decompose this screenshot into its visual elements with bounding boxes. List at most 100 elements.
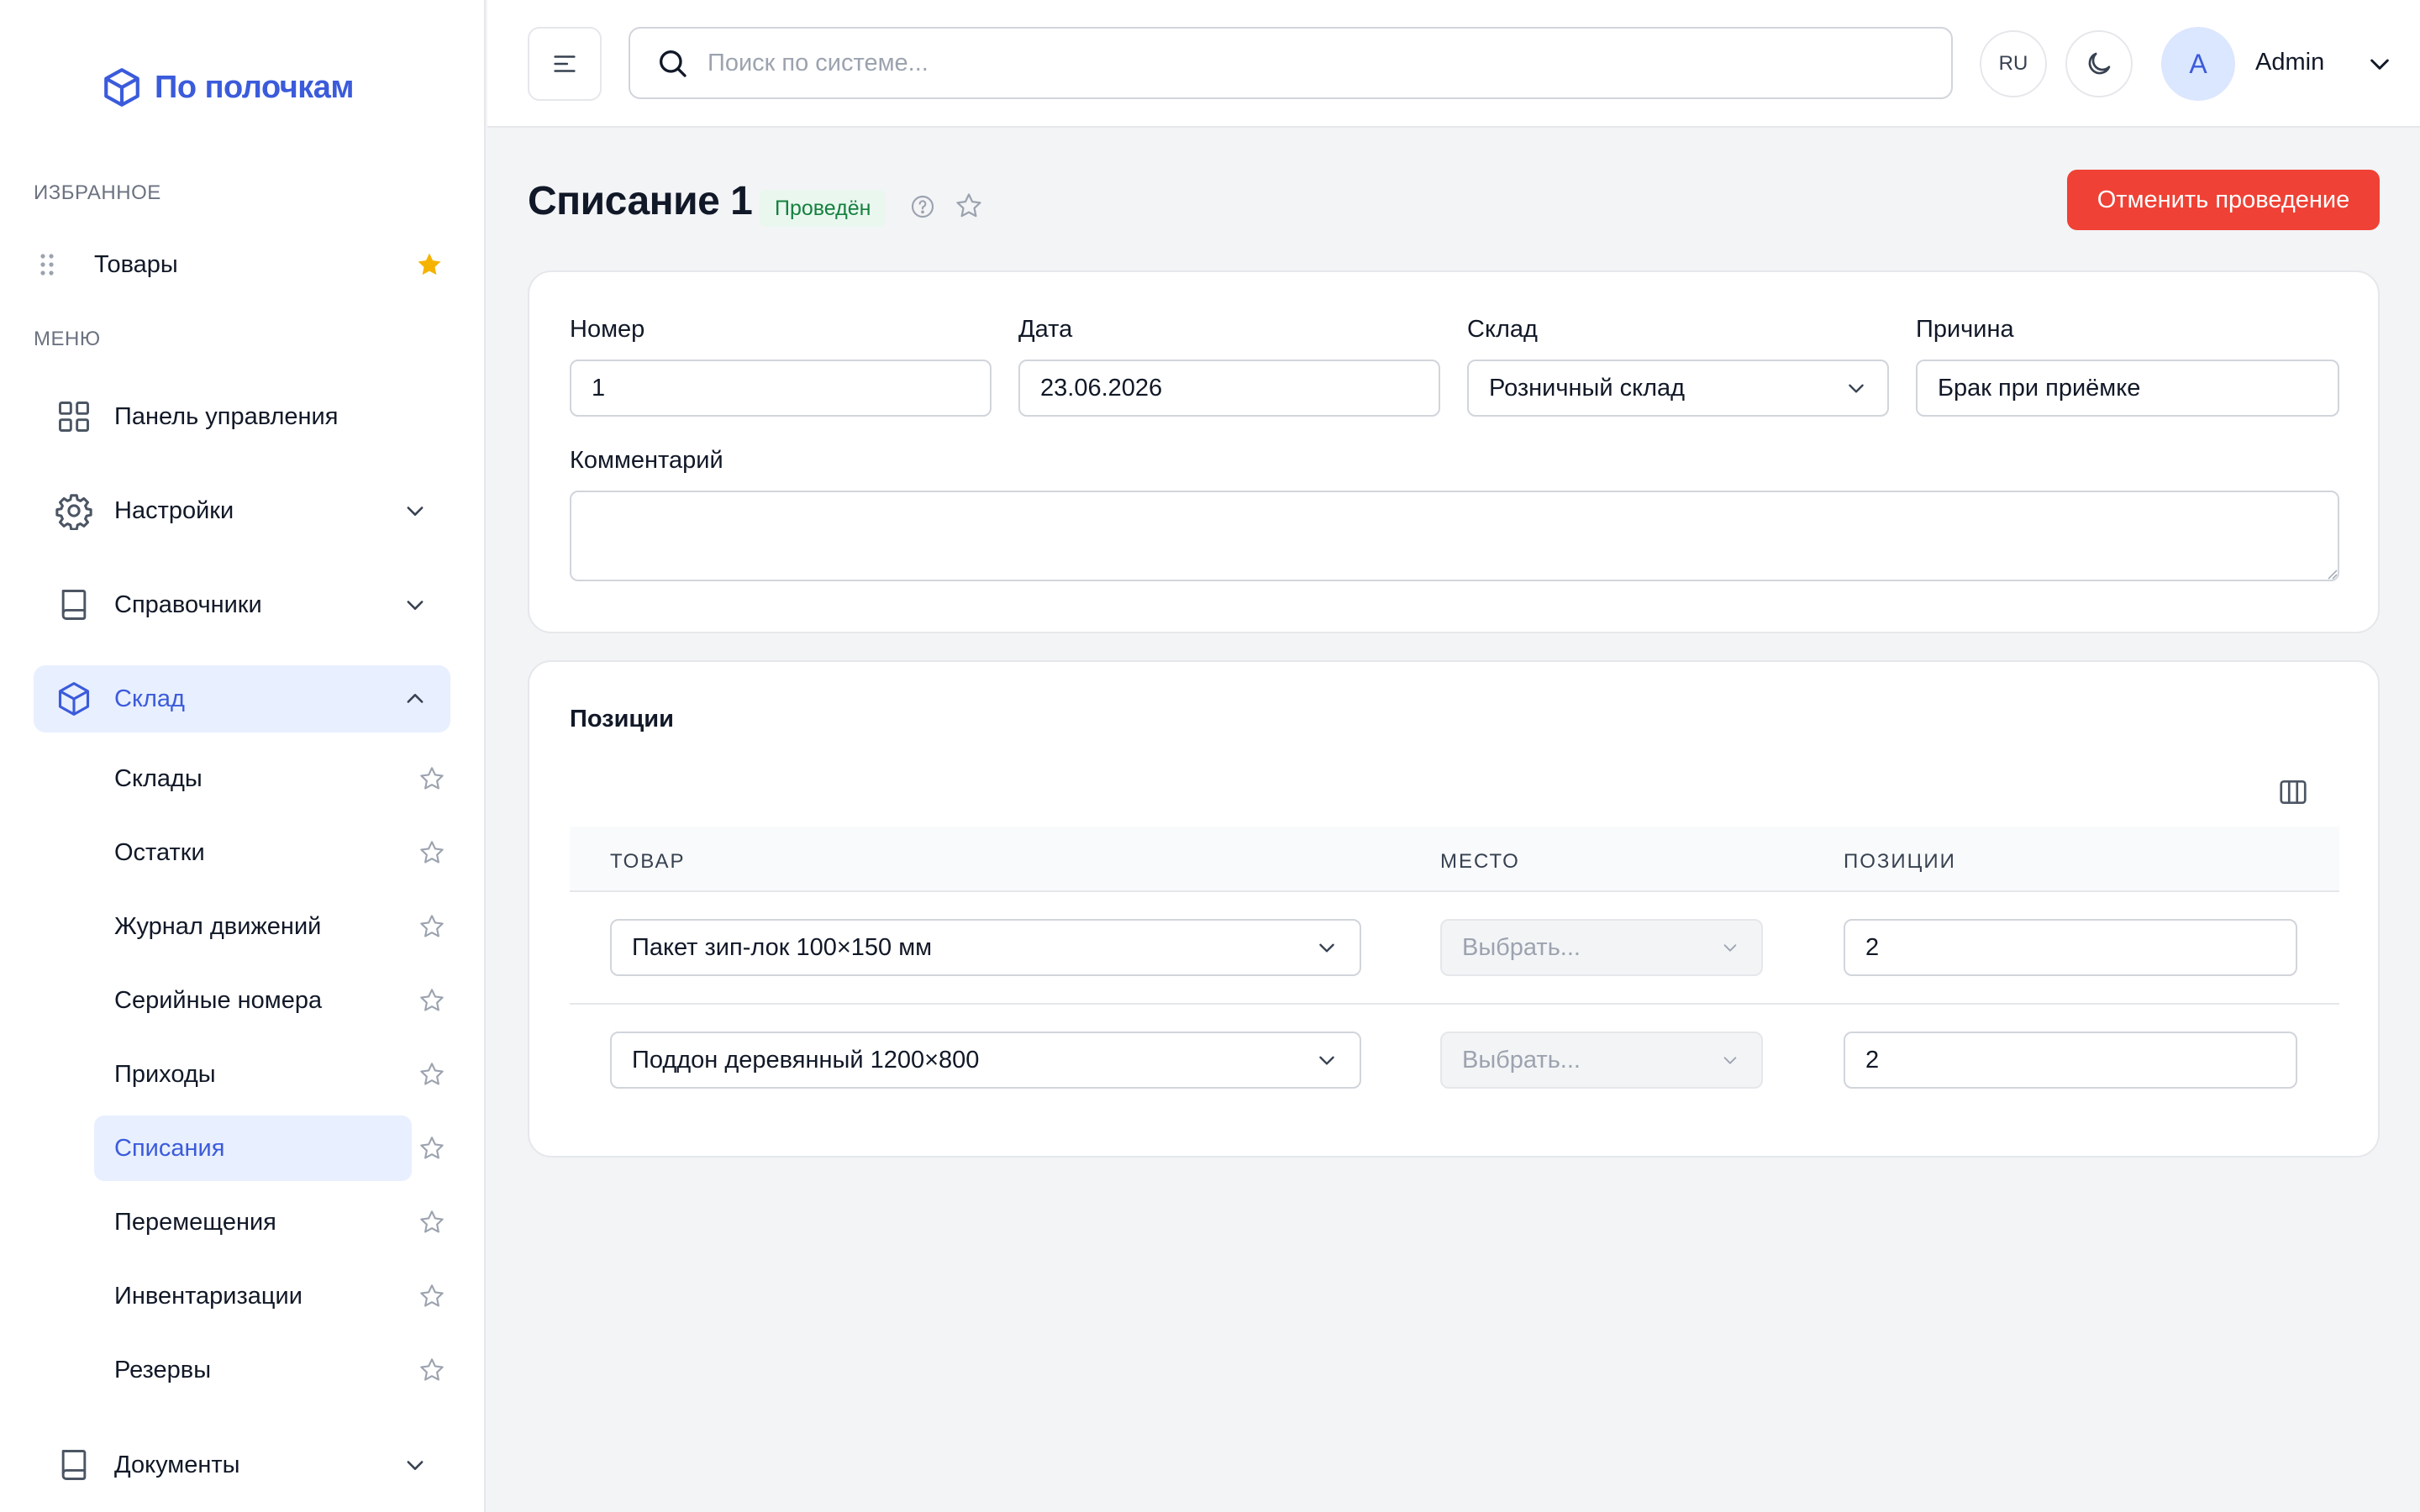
place-select[interactable]: Выбрать... (1440, 919, 1763, 976)
document-form-card: Номер 1 Дата 23.06.2026 Склад Розничный … (528, 270, 2380, 633)
chevron-down-icon (1316, 1049, 1338, 1071)
sidebar-subitem-write-offs[interactable]: Списания (94, 1116, 412, 1181)
sidebar-item-label: Настройки (114, 496, 234, 524)
sidebar-item-label: Справочники (114, 591, 262, 618)
chevron-down-icon[interactable] (403, 593, 427, 617)
chevron-down-icon[interactable] (403, 1453, 427, 1477)
language-switch-button[interactable]: RU (1980, 30, 2047, 97)
cancel-posting-button[interactable]: Отменить проведение (2067, 170, 2380, 230)
favorite-item-label: Товары (94, 250, 178, 278)
search-box[interactable] (629, 27, 1953, 99)
search-icon (655, 46, 689, 80)
columns-toggle-icon[interactable] (2277, 776, 2309, 808)
sidebar-subitem-serial-numbers[interactable]: Серийные номера (94, 968, 412, 1033)
star-outline-icon[interactable] (417, 837, 447, 868)
star-outline-icon[interactable] (417, 985, 447, 1016)
sidebar-item-warehouse[interactable]: Склад (34, 665, 450, 732)
sidebar-subitem-transfers[interactable]: Перемещения (94, 1189, 412, 1255)
top-bar: RU A Admin (487, 0, 2420, 128)
box-logo-icon (101, 66, 143, 108)
product-select-value: Пакет зип-лок 100×150 мм (632, 933, 933, 961)
book-icon (54, 1445, 94, 1485)
sidebar-subitem-stock[interactable]: Остатки (94, 820, 412, 885)
logo-text: По полочкам (155, 69, 355, 105)
book-icon (54, 585, 94, 625)
star-outline-icon[interactable] (417, 764, 447, 794)
sidebar-item-label: Панель управления (114, 402, 339, 430)
chevron-down-icon (1721, 938, 1739, 957)
sidebar-item-references[interactable]: Справочники (34, 571, 450, 638)
help-circle-icon[interactable] (909, 193, 936, 220)
dashboard-grid-icon (54, 396, 94, 437)
comment-textarea[interactable] (570, 491, 2339, 581)
theme-toggle-button[interactable] (2065, 30, 2133, 97)
drag-handle-icon[interactable] (34, 253, 60, 276)
number-label: Номер (570, 316, 645, 343)
user-name[interactable]: Admin (2255, 49, 2324, 76)
favorite-item-products[interactable]: Товары (34, 244, 450, 286)
sidebar-item-documents[interactable]: Документы (34, 1431, 450, 1499)
product-select-value: Поддон деревянный 1200×800 (632, 1046, 980, 1074)
star-outline-icon[interactable] (417, 1133, 447, 1163)
menu-lines-icon (550, 50, 579, 78)
moon-icon (2084, 49, 2114, 79)
column-header-place: МЕСТО (1440, 850, 1520, 873)
chevron-down-icon (1845, 377, 1867, 399)
warehouse-select-value: Розничный склад (1489, 374, 1686, 402)
star-filled-icon[interactable] (415, 250, 444, 279)
star-outline-icon[interactable] (417, 1281, 447, 1311)
app-logo[interactable]: По полочкам (101, 66, 355, 109)
sidebar-subitem-warehouses[interactable]: Склады (94, 746, 412, 811)
sidebar: По полочкам ИЗБРАННОЕ Товары МЕНЮ Панель… (0, 0, 486, 1512)
column-header-positions: ПОЗИЦИИ (1844, 850, 1956, 873)
search-input[interactable] (708, 49, 1884, 77)
sidebar-item-dashboard[interactable]: Панель управления (34, 383, 450, 450)
sidebar-subitem-movement-log[interactable]: Журнал движений (94, 894, 412, 959)
table-row: Пакет зип-лок 100×150 мм Выбрать... 2 (570, 892, 2339, 1005)
warehouse-label: Склад (1467, 316, 1538, 343)
resize-handle-icon[interactable] (2324, 566, 2338, 580)
place-select-placeholder: Выбрать... (1462, 933, 1581, 961)
chevron-down-icon[interactable] (2366, 50, 2393, 77)
quantity-input[interactable]: 2 (1844, 1032, 2297, 1089)
status-badge: Проведён (760, 190, 886, 227)
place-select-placeholder: Выбрать... (1462, 1046, 1581, 1074)
date-label: Дата (1018, 316, 1073, 343)
warehouse-select[interactable]: Розничный склад (1467, 360, 1889, 417)
chevron-down-icon[interactable] (403, 499, 427, 522)
quantity-input[interactable]: 2 (1844, 919, 2297, 976)
comment-label: Комментарий (570, 447, 723, 474)
gear-icon (54, 491, 94, 531)
star-outline-icon[interactable] (417, 1355, 447, 1385)
sidebar-subitem-inventories[interactable]: Инвентаризации (94, 1263, 412, 1329)
product-select[interactable]: Поддон деревянный 1200×800 (610, 1032, 1361, 1089)
date-field[interactable]: 23.06.2026 (1018, 360, 1440, 417)
column-header-product: ТОВАР (610, 850, 686, 873)
sidebar-subitem-receipts[interactable]: Приходы (94, 1042, 412, 1107)
star-outline-icon[interactable] (417, 1059, 447, 1089)
product-select[interactable]: Пакет зип-лок 100×150 мм (610, 919, 1361, 976)
favorites-section-label: ИЗБРАННОЕ (34, 181, 161, 204)
page-title: Списание 1 (528, 179, 753, 223)
reason-field[interactable]: Брак при приёмке (1916, 360, 2339, 417)
sidebar-subitem-reserves[interactable]: Резервы (94, 1337, 412, 1403)
table-header: ТОВАР МЕСТО ПОЗИЦИИ (570, 827, 2339, 892)
table-row: Поддон деревянный 1200×800 Выбрать... 2 (570, 1005, 2339, 1117)
star-outline-icon[interactable] (955, 192, 983, 220)
sidebar-item-label: Склад (114, 685, 185, 712)
sidebar-item-settings[interactable]: Настройки (34, 477, 450, 544)
reason-label: Причина (1916, 316, 2014, 343)
number-field[interactable]: 1 (570, 360, 992, 417)
avatar[interactable]: A (2161, 27, 2235, 101)
chevron-up-icon[interactable] (403, 687, 427, 711)
star-outline-icon[interactable] (417, 911, 447, 942)
sidebar-item-label: Документы (114, 1451, 240, 1478)
menu-section-label: МЕНЮ (34, 328, 101, 350)
positions-card: Позиции ТОВАР МЕСТО ПОЗИЦИИ Пакет зип-ло… (528, 660, 2380, 1158)
toggle-sidebar-button[interactable] (528, 27, 602, 101)
place-select[interactable]: Выбрать... (1440, 1032, 1763, 1089)
chevron-down-icon (1316, 937, 1338, 958)
box-icon (54, 679, 94, 719)
star-outline-icon[interactable] (417, 1207, 447, 1237)
positions-title: Позиции (570, 706, 674, 732)
